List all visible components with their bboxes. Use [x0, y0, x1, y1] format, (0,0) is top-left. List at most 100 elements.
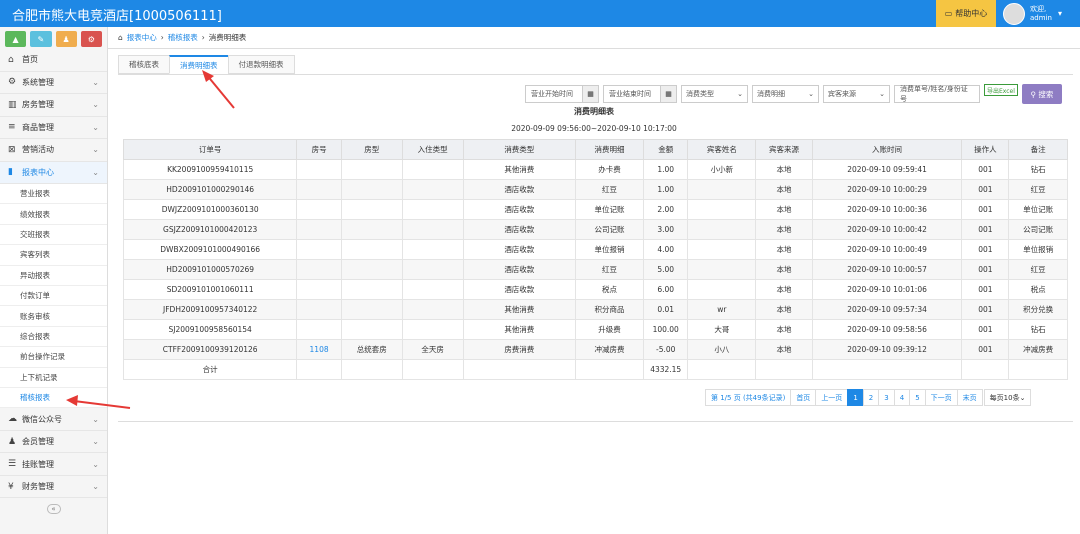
table-cell: 积分兑换	[1008, 299, 1068, 320]
table-row: GSJZ2009101000420123 酒店收款 公司记账 3.00 本地 2020-0…	[122, 219, 1068, 240]
bar-chart-icon: ▮	[8, 167, 13, 178]
sidebar-item[interactable]: ≡ 商品管理 ⌄	[0, 117, 107, 139]
table-cell: 酒店收款	[462, 179, 577, 200]
table-cell[interactable]: 1108	[296, 339, 342, 360]
table-cell: 房费消费	[462, 339, 577, 360]
quick-button[interactable]: ▲	[5, 31, 27, 47]
sidebar-item-label: 会员管理	[22, 437, 54, 447]
sidebar-item-label: 财务管理	[22, 482, 54, 492]
sidebar-subitem[interactable]: 综合报表	[0, 327, 107, 348]
sidebar-subitem[interactable]: 绩效报表	[0, 204, 107, 225]
home-icon: ⌂	[118, 33, 123, 42]
calendar-icon[interactable]: ▦	[661, 85, 677, 103]
database-icon: ≡	[8, 122, 16, 133]
quick-button[interactable]: ♟	[55, 31, 77, 47]
pager-prev[interactable]: 上一页	[815, 389, 849, 406]
table-cell	[401, 319, 464, 340]
table-cell: 本地	[755, 159, 813, 180]
table-cell	[401, 199, 464, 220]
table-cell	[961, 359, 1010, 380]
table-cell: DWBX2009101000490166	[122, 239, 298, 260]
user-menu[interactable]: 欢迎, admin ▾	[1000, 0, 1080, 27]
list-icon: ☰	[8, 459, 17, 470]
breadcrumb-mid[interactable]: 稽核报表	[168, 32, 198, 43]
calendar-icon[interactable]: ▦	[583, 85, 599, 103]
pager-next[interactable]: 下一页	[924, 389, 958, 406]
column-header: 金额	[642, 139, 689, 160]
sidebar-item[interactable]: ♟ 会员管理 ⌄	[0, 431, 107, 454]
guest-source-select[interactable]: 宾客来源 ⌄	[823, 85, 890, 103]
pager-page[interactable]: 4	[893, 389, 911, 406]
page-size-select[interactable]: 每页10条 ⌄	[983, 389, 1032, 406]
column-header: 消费明细	[575, 139, 644, 160]
sidebar-subitem[interactable]: 上下机记录	[0, 368, 107, 388]
table-cell: 税点	[575, 279, 644, 300]
table-cell: 4.00	[642, 239, 689, 260]
table-cell	[687, 259, 757, 280]
breadcrumb-root[interactable]: 报表中心	[127, 32, 157, 43]
pager-page[interactable]: 5	[909, 389, 926, 406]
sidebar-subitem[interactable]: 异动报表	[0, 266, 107, 286]
table-cell: 红豆	[1008, 259, 1068, 280]
sidebar-subitem[interactable]: 付款订单	[0, 286, 107, 307]
caret-down-icon: ▾	[1057, 9, 1062, 18]
table-cell: 本地	[755, 259, 813, 280]
tab-audit-base[interactable]: 稽核底表	[118, 55, 170, 74]
pager-last[interactable]: 末页	[956, 389, 983, 406]
search-icon: ⚲	[1030, 89, 1036, 99]
collapse-button[interactable]: «	[46, 504, 61, 515]
pencil-icon: ✎	[37, 34, 45, 44]
sidebar-subitem[interactable]: 前台操作记录	[0, 347, 107, 368]
table-header: 订单号 房号 房型 入住类型 消费类型 消费明细 金额 宾客姓名 宾客来源 入账时间 操作人 备注	[122, 139, 1068, 160]
sidebar-subitem[interactable]: 营业报表	[0, 184, 107, 205]
table-cell: 本地	[755, 239, 813, 260]
chevron-down-icon: ⌄	[92, 437, 99, 447]
pager-first[interactable]: 首页	[790, 389, 817, 406]
table-cell	[296, 299, 342, 320]
start-time-input[interactable]: 营业开始时间	[525, 85, 583, 103]
consumption-type-select[interactable]: 消费类型 ⌄	[681, 85, 748, 103]
sidebar-item[interactable]: ¥ 财务管理 ⌄	[0, 476, 107, 499]
breadcrumb-current: 消费明细表	[208, 33, 247, 42]
search-button[interactable]: ⚲ 搜索	[1021, 84, 1062, 104]
sidebar-nav: ⌂ 首页 ⚙ 系统管理 ⌄ ▥ 房务管理 ⌄ ≡ 商品管理 ⌄ ⊠ 营销活动 ⌄ ▮ 报表中心 ⌄ 营业报表 绩效报…	[0, 49, 107, 520]
table-cell: SJ2009100958560154	[122, 319, 298, 340]
pager-page[interactable]: 3	[878, 389, 895, 406]
sidebar-subitem[interactable]: 宾客列表	[0, 245, 107, 266]
table-cell: 红豆	[575, 179, 644, 200]
table-cell: 本地	[755, 339, 813, 360]
table-cell: 酒店收款	[462, 279, 577, 300]
source-select-label: 宾客来源	[828, 90, 856, 98]
total-row: 合计 4332.15	[122, 359, 1068, 380]
pager-page[interactable]: 1	[847, 389, 864, 406]
end-time-input[interactable]: 营业结束时间	[603, 85, 661, 103]
table-cell: 其他消费	[462, 299, 577, 320]
cutlery-icon: ¥	[8, 481, 14, 492]
sidebar-item[interactable]: ⌂ 首页	[0, 49, 107, 72]
sidebar-item[interactable]: ⚙ 系统管理 ⌄	[0, 72, 107, 94]
table-cell	[340, 319, 403, 340]
quick-button[interactable]: ✎	[30, 31, 52, 47]
table-cell: 1.00	[642, 159, 689, 180]
pager-page[interactable]: 2	[862, 389, 880, 406]
table-cell: 冲减房费	[1008, 339, 1068, 360]
sidebar-item-label: 微信公众号	[22, 414, 62, 424]
table-cell	[296, 179, 342, 200]
consumption-detail-select[interactable]: 消费明细 ⌄	[752, 85, 819, 103]
quick-button[interactable]: ⚙	[80, 31, 102, 47]
sidebar-subitem[interactable]: 账务审核	[0, 306, 107, 327]
export-excel-button[interactable]: 导出Excel	[984, 84, 1018, 96]
keyword-input[interactable]: 消费单号/姓名/身份证号	[894, 85, 980, 103]
sidebar-item[interactable]: ☰ 挂账管理 ⌄	[0, 453, 107, 476]
table-cell	[687, 199, 757, 220]
sidebar-item[interactable]: ⊠ 营销活动 ⌄	[0, 139, 107, 162]
sidebar-item[interactable]: ▥ 房务管理 ⌄	[0, 94, 107, 117]
sidebar-item-label: 报表中心	[22, 167, 54, 177]
table-cell: 001	[961, 179, 1010, 200]
table-cell	[296, 319, 342, 340]
table-cell: 公司记账	[575, 219, 644, 240]
table-cell: 税点	[1008, 279, 1068, 300]
sidebar-item[interactable]: ▮ 报表中心 ⌄	[0, 161, 107, 184]
sidebar-subitem[interactable]: 交班报表	[0, 225, 107, 246]
help-center-button[interactable]: ▭ 帮助中心	[936, 0, 996, 27]
